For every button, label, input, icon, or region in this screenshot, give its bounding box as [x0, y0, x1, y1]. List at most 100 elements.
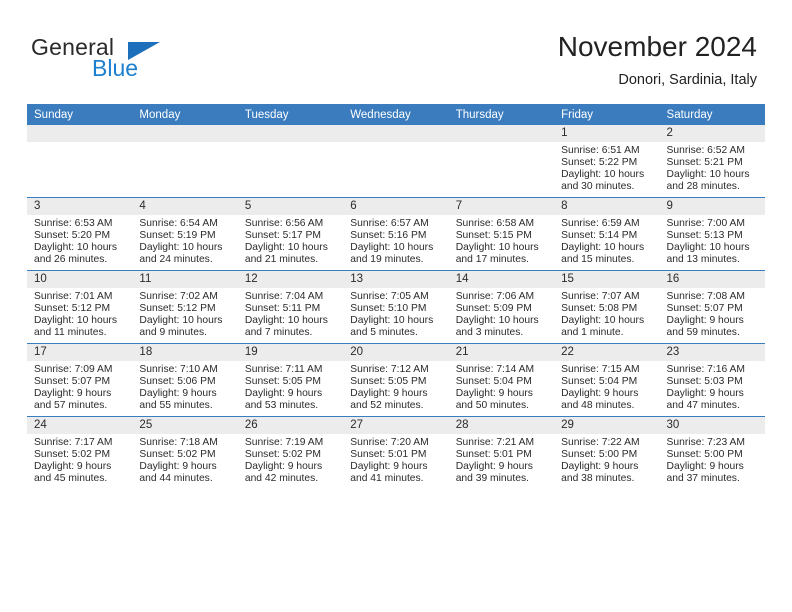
calendar-day-cell[interactable]: 14 Sunrise: 7:06 AM Sunset: 5:09 PM Dayligh… — [448, 270, 555, 344]
sunrise-text: Sunrise: 7:00 AM — [666, 218, 745, 229]
day-number: 21 — [448, 344, 555, 361]
day-sun-info: Sunrise: 7:20 AM Sunset: 5:01 PM Daylight:… — [343, 434, 448, 485]
sunrise-text: Sunrise: 7:04 AM — [244, 291, 324, 302]
day-number: 25 — [132, 417, 238, 434]
weekday-header-thursday: Thursday — [448, 104, 555, 125]
calendar-day: 27 Sunrise: 7:20 AM Sunset: 5:01 PM Dayligh… — [343, 417, 449, 489]
sunrise-text: Sunrise: 6:59 AM — [561, 218, 640, 229]
calendar-day: 6 Sunrise: 6:57 AM Sunset: 5:16 PM Daylight… — [343, 198, 449, 270]
daylight-text: Daylight: 9 hours and 59 minutes. — [666, 315, 744, 339]
daylight-text: Daylight: 10 hours and 17 minutes. — [455, 242, 539, 266]
sunset-text: Sunset: 5:02 PM — [139, 449, 216, 461]
daylight-text: Daylight: 9 hours and 42 minutes. — [244, 461, 323, 485]
calendar-day: 26 Sunrise: 7:19 AM Sunset: 5:02 PM Dayligh… — [237, 417, 344, 489]
day-sun-info: Sunrise: 7:19 AM Sunset: 5:02 PM Daylight:… — [238, 434, 343, 485]
day-number: 12 — [237, 271, 344, 288]
calendar-day-cell[interactable]: 18 Sunrise: 7:10 AM Sunset: 5:06 PM Dayligh… — [132, 343, 238, 417]
daylight-text: Daylight: 10 hours and 30 minutes. — [561, 169, 645, 193]
calendar-day-cell[interactable]: 6 Sunrise: 6:57 AM Sunset: 5:16 PM Daylight… — [343, 197, 449, 271]
day-sun-info: Sunrise: 7:05 AM Sunset: 5:10 PM Daylight:… — [343, 288, 448, 339]
day-number — [132, 125, 238, 142]
calendar-day-cell[interactable] — [237, 125, 344, 198]
calendar-day-cell[interactable]: 11 Sunrise: 7:02 AM Sunset: 5:12 PM Dayligh… — [132, 270, 238, 344]
day-sun-info: Sunrise: 7:07 AM Sunset: 5:08 PM Daylight:… — [554, 288, 659, 339]
day-number: 6 — [343, 198, 449, 215]
calendar-day-cell[interactable]: 28 Sunrise: 7:21 AM Sunset: 5:01 PM Dayligh… — [448, 416, 555, 489]
calendar-day-cell[interactable]: 29 Sunrise: 7:22 AM Sunset: 5:00 PM Dayligh… — [554, 416, 660, 489]
sunrise-text: Sunrise: 7:07 AM — [561, 291, 640, 302]
daylight-text: Daylight: 9 hours and 57 minutes. — [34, 388, 112, 412]
calendar-day: 29 Sunrise: 7:22 AM Sunset: 5:00 PM Dayligh… — [554, 417, 660, 489]
calendar-day-cell[interactable] — [132, 125, 238, 198]
calendar-day-cell[interactable]: 17 Sunrise: 7:09 AM Sunset: 5:07 PM Dayligh… — [27, 343, 133, 417]
calendar-day: 13 Sunrise: 7:05 AM Sunset: 5:10 PM Dayligh… — [343, 271, 449, 343]
day-sun-info: Sunrise: 7:18 AM Sunset: 5:02 PM Daylight:… — [132, 434, 237, 485]
calendar-day-cell[interactable]: 4 Sunrise: 6:54 AM Sunset: 5:19 PM Daylight… — [132, 197, 238, 271]
day-number: 22 — [554, 344, 660, 361]
calendar-day-cell[interactable]: 13 Sunrise: 7:05 AM Sunset: 5:10 PM Dayligh… — [343, 270, 449, 344]
daylight-text: Daylight: 10 hours and 1 minute. — [561, 315, 645, 339]
sunset-text: Sunset: 5:13 PM — [666, 230, 743, 242]
calendar-day-cell[interactable]: 22 Sunrise: 7:15 AM Sunset: 5:04 PM Dayligh… — [554, 343, 660, 417]
calendar-day-cell[interactable]: 20 Sunrise: 7:12 AM Sunset: 5:05 PM Dayligh… — [343, 343, 449, 417]
calendar-day-cell[interactable]: 26 Sunrise: 7:19 AM Sunset: 5:02 PM Dayligh… — [237, 416, 344, 489]
sunset-text: Sunset: 5:22 PM — [561, 157, 638, 169]
day-sun-info: Sunrise: 7:12 AM Sunset: 5:05 PM Daylight:… — [343, 361, 448, 412]
calendar-day-cell[interactable]: 25 Sunrise: 7:18 AM Sunset: 5:02 PM Dayligh… — [132, 416, 238, 489]
sunset-text: Sunset: 5:20 PM — [34, 230, 111, 242]
calendar-day: 22 Sunrise: 7:15 AM Sunset: 5:04 PM Dayligh… — [554, 344, 660, 416]
sunrise-text: Sunrise: 7:08 AM — [666, 291, 745, 302]
calendar-day-cell[interactable]: 27 Sunrise: 7:20 AM Sunset: 5:01 PM Dayligh… — [343, 416, 449, 489]
calendar-day-cell[interactable]: 3 Sunrise: 6:53 AM Sunset: 5:20 PM Daylight… — [27, 197, 133, 271]
day-sun-info: Sunrise: 6:52 AM Sunset: 5:21 PM Daylight:… — [660, 142, 765, 193]
calendar-day: 10 Sunrise: 7:01 AM Sunset: 5:12 PM Dayligh… — [27, 271, 133, 343]
calendar-day-cell[interactable]: 19 Sunrise: 7:11 AM Sunset: 5:05 PM Dayligh… — [237, 343, 344, 417]
calendar-day-cell[interactable]: 23 Sunrise: 7:16 AM Sunset: 5:03 PM Dayligh… — [659, 343, 765, 417]
sunrise-text: Sunrise: 7:18 AM — [139, 437, 218, 448]
day-sun-info: Sunrise: 7:04 AM Sunset: 5:11 PM Daylight:… — [238, 288, 343, 339]
calendar-day: 7 Sunrise: 6:58 AM Sunset: 5:15 PM Daylight… — [448, 198, 555, 270]
sunrise-text: Sunrise: 7:06 AM — [455, 291, 535, 302]
generalblue-logo[interactable]: General Blue — [31, 34, 211, 84]
daylight-text: Daylight: 10 hours and 13 minutes. — [666, 242, 750, 266]
daylight-text: Daylight: 10 hours and 11 minutes. — [34, 315, 117, 339]
calendar-day-cell[interactable]: 21 Sunrise: 7:14 AM Sunset: 5:04 PM Dayligh… — [448, 343, 555, 417]
calendar-day-cell[interactable]: 16 Sunrise: 7:08 AM Sunset: 5:07 PM Dayligh… — [659, 270, 765, 344]
day-number: 1 — [554, 125, 660, 142]
calendar-week-row: 24 Sunrise: 7:17 AM Sunset: 5:02 PM Dayligh… — [27, 416, 765, 489]
day-number: 9 — [659, 198, 765, 215]
day-number: 10 — [27, 271, 133, 288]
sunrise-text: Sunrise: 6:54 AM — [139, 218, 218, 229]
calendar-day-cell[interactable]: 7 Sunrise: 6:58 AM Sunset: 5:15 PM Daylight… — [448, 197, 555, 271]
calendar-day-cell[interactable]: 5 Sunrise: 6:56 AM Sunset: 5:17 PM Daylight… — [237, 197, 344, 271]
sunrise-text: Sunrise: 7:14 AM — [455, 364, 535, 375]
calendar-day-cell[interactable] — [27, 125, 133, 198]
calendar-day-cell[interactable]: 1 Sunrise: 6:51 AM Sunset: 5:22 PM Daylight… — [554, 125, 660, 198]
calendar-day-cell[interactable]: 8 Sunrise: 6:59 AM Sunset: 5:14 PM Daylight… — [554, 197, 660, 271]
calendar-day-cell[interactable]: 15 Sunrise: 7:07 AM Sunset: 5:08 PM Dayligh… — [554, 270, 660, 344]
calendar-day-cell[interactable]: 9 Sunrise: 7:00 AM Sunset: 5:13 PM Daylight… — [659, 197, 765, 271]
calendar-day: 24 Sunrise: 7:17 AM Sunset: 5:02 PM Dayligh… — [27, 417, 133, 489]
sunset-text: Sunset: 5:12 PM — [139, 303, 216, 315]
daylight-text: Daylight: 10 hours and 9 minutes. — [139, 315, 223, 339]
day-number: 24 — [27, 417, 133, 434]
day-sun-info: Sunrise: 7:17 AM Sunset: 5:02 PM Daylight:… — [27, 434, 132, 485]
daylight-text: Daylight: 9 hours and 52 minutes. — [350, 388, 428, 412]
calendar-day-cell[interactable]: 2 Sunrise: 6:52 AM Sunset: 5:21 PM Daylight… — [659, 125, 765, 198]
calendar-day-cell[interactable] — [448, 125, 555, 198]
day-number: 8 — [554, 198, 660, 215]
day-number: 7 — [448, 198, 555, 215]
calendar-week-row: 10 Sunrise: 7:01 AM Sunset: 5:12 PM Dayligh… — [27, 270, 765, 344]
sunrise-text: Sunrise: 7:09 AM — [34, 364, 113, 375]
sunset-text: Sunset: 5:01 PM — [350, 449, 427, 461]
sunrise-text: Sunrise: 7:20 AM — [350, 437, 429, 448]
calendar-day-cell[interactable]: 12 Sunrise: 7:04 AM Sunset: 5:11 PM Dayligh… — [237, 270, 344, 344]
calendar-day-cell[interactable]: 10 Sunrise: 7:01 AM Sunset: 5:12 PM Dayligh… — [27, 270, 133, 344]
calendar-day-cell[interactable] — [343, 125, 449, 198]
daylight-text: Daylight: 10 hours and 7 minutes. — [244, 315, 328, 339]
sunrise-text: Sunrise: 7:01 AM — [34, 291, 113, 302]
calendar-day-cell[interactable]: 30 Sunrise: 7:23 AM Sunset: 5:00 PM Dayligh… — [659, 416, 765, 489]
day-number: 28 — [448, 417, 555, 434]
day-number: 26 — [237, 417, 344, 434]
calendar-day-cell[interactable]: 24 Sunrise: 7:17 AM Sunset: 5:02 PM Dayligh… — [27, 416, 133, 489]
